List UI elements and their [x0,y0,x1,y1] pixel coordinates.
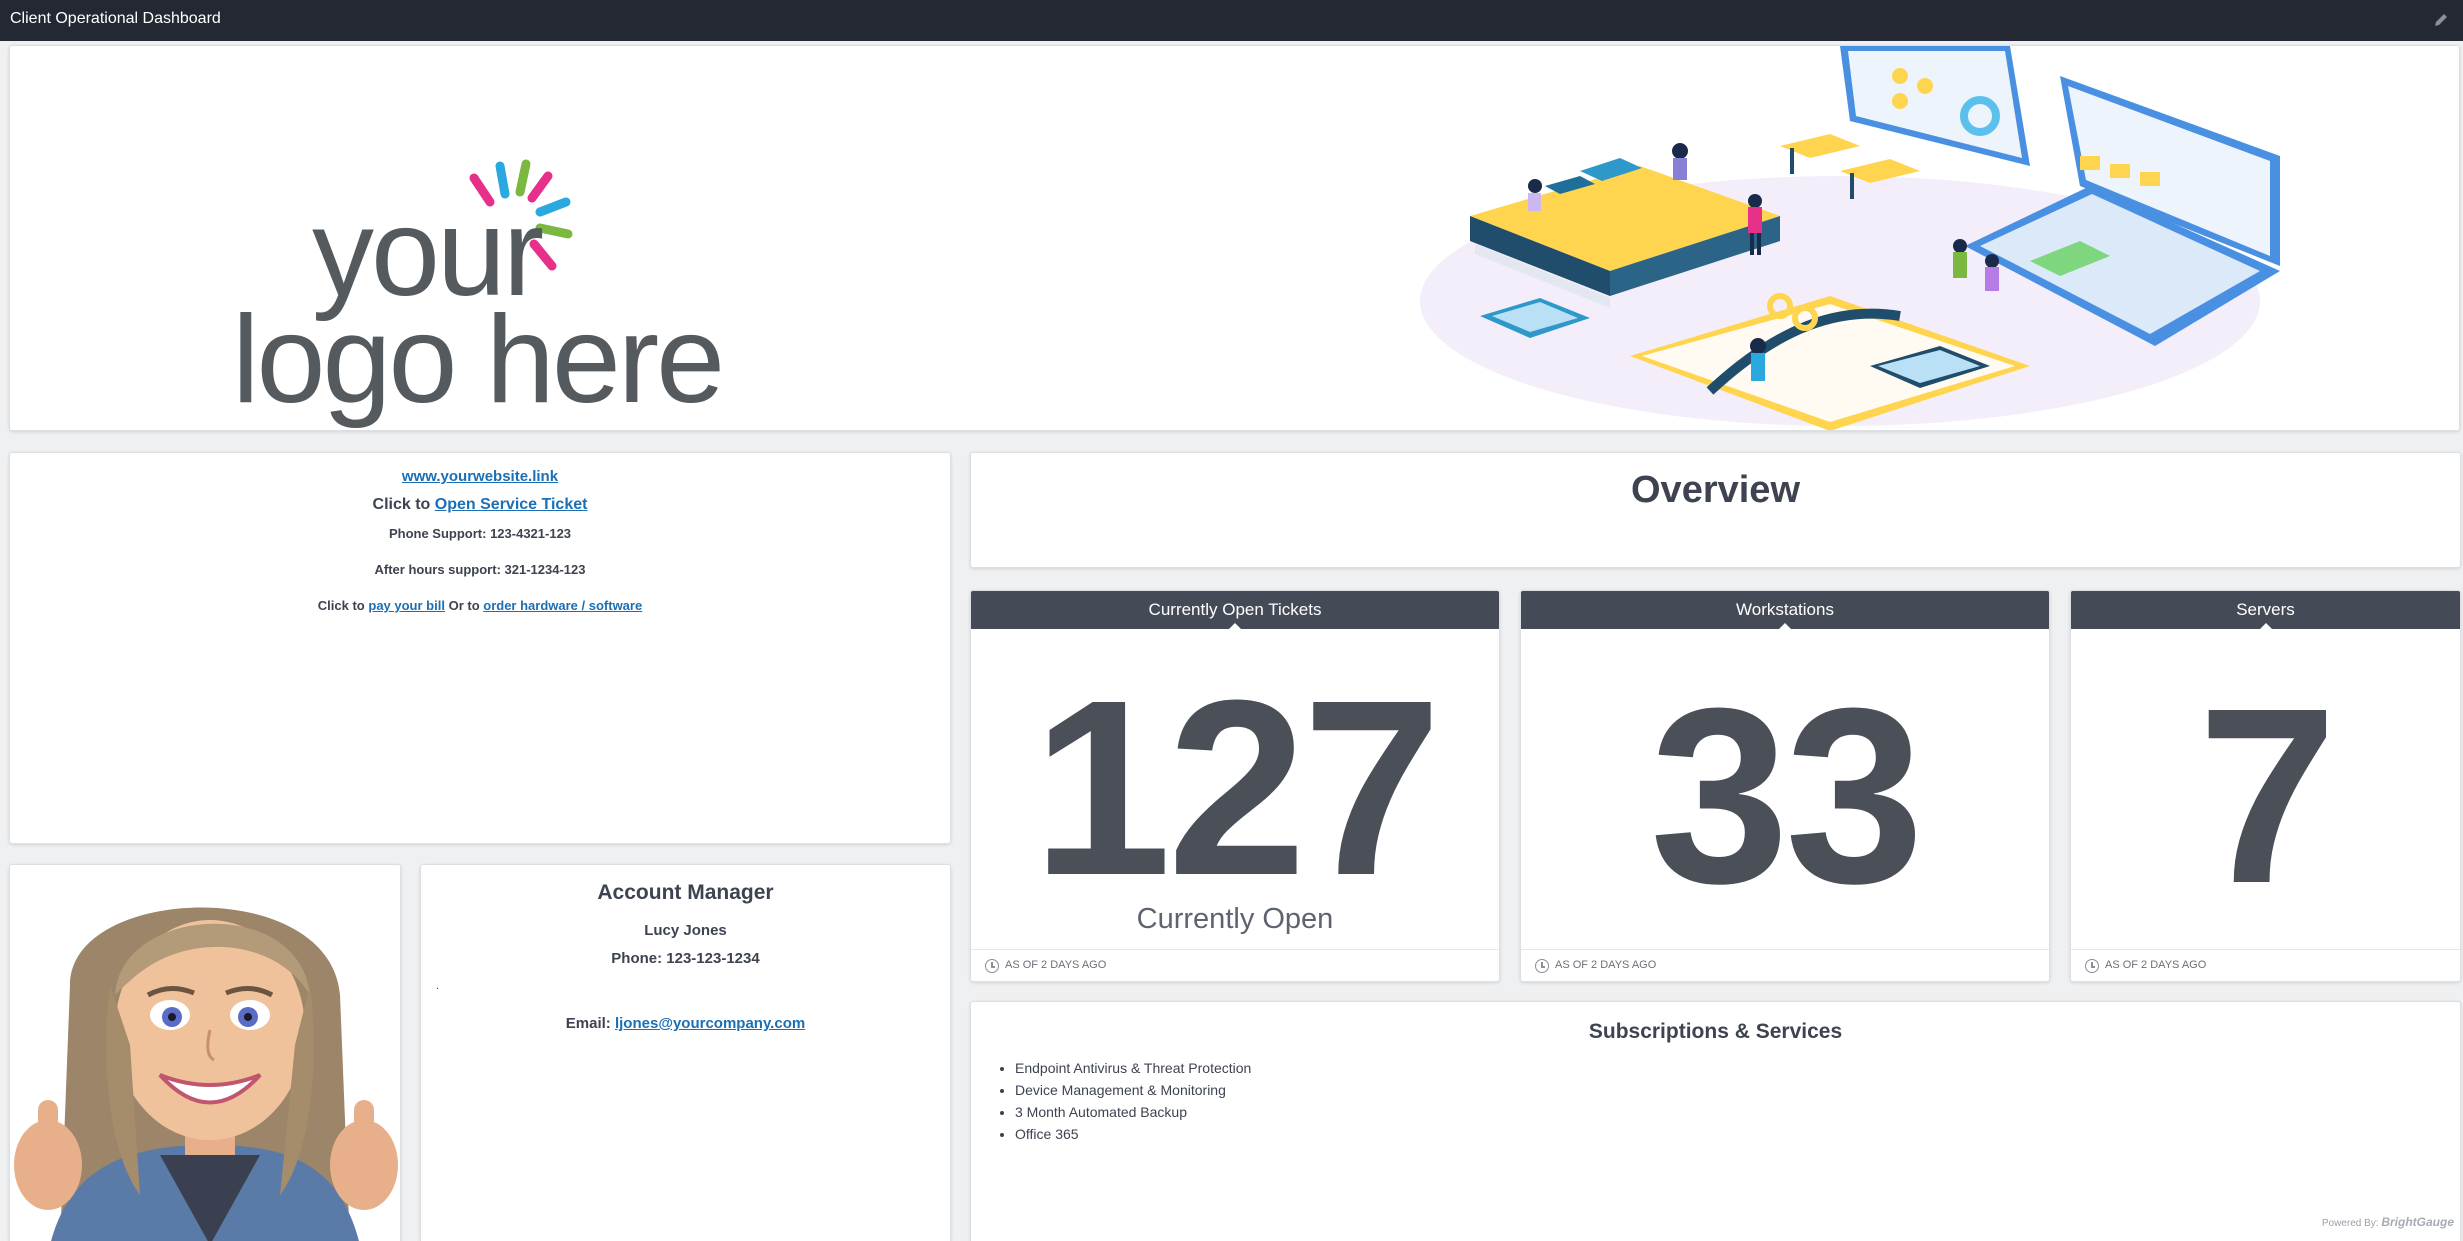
gauge-open-tickets[interactable]: Currently Open Tickets 127 Currently Ope… [970,590,1500,982]
list-item: Device Management & Monitoring [1015,1079,1251,1101]
stray-dot: . [436,980,440,992]
clock-icon [985,959,999,973]
gauge-title: Servers [2071,591,2460,630]
account-manager-phone: Phone: 123-123-1234 [611,950,760,967]
gauge-value: 127 [1032,648,1441,927]
powered-by[interactable]: Powered By: BrightGauge [2322,1215,2454,1229]
email-link[interactable]: ljones@yourcompany.com [615,1015,805,1032]
account-manager-heading: Account Manager [597,881,774,904]
account-manager-name: Lucy Jones [644,922,727,939]
dashboard-title: Client Operational Dashboard [10,10,221,27]
subscriptions-card: Subscriptions & Services Endpoint Antivi… [970,1001,2461,1241]
subscriptions-list: Endpoint Antivirus & Threat Protection D… [1015,1057,1251,1145]
open-service-ticket-link[interactable]: Open Service Ticket [435,496,588,513]
gauge-title: Currently Open Tickets [971,591,1499,630]
gauge-value: 33 [1649,656,1924,935]
gauge-timestamp: AS OF 2 DAYS AGO [1555,959,1657,971]
gauge-footer: AS OF 2 DAYS AGO [1521,949,2049,981]
gauge-footer: AS OF 2 DAYS AGO [2071,949,2460,981]
email-label: Email: [565,1015,611,1032]
brightgauge-logo: BrightGauge [2381,1215,2454,1229]
gauge-title: Workstations [1521,591,2049,630]
clock-icon [2085,959,2099,973]
powered-by-label: Powered By: [2321,1218,2379,1229]
list-item: 3 Month Automated Backup [1015,1101,1251,1123]
clock-icon [1535,959,1549,973]
phone-support-text: Phone Support: 123-4321-123 [388,526,572,541]
click-to-label: Click to [372,496,431,513]
account-manager-avatar [9,864,401,1241]
list-item: Endpoint Antivirus & Threat Protection [1015,1057,1251,1079]
overview-card: Overview [970,452,2461,568]
gauge-timestamp: AS OF 2 DAYS AGO [1005,959,1107,971]
pay-bill-link[interactable]: pay your bill [368,598,445,613]
support-links-card: www.yourwebsite.link Click to Open Servi… [9,452,951,844]
gauge-footer: AS OF 2 DAYS AGO [971,949,1499,981]
or-to-label: Or to [448,598,480,613]
overview-title: Overview [1631,469,1800,511]
order-hardware-link[interactable]: order hardware / software [483,598,642,613]
banner-card: your logo here [9,45,2460,431]
gauge-value: 7 [2197,656,2337,935]
list-item: Office 365 [1015,1123,1251,1145]
subscriptions-title: Subscriptions & Services [1588,1020,1843,1043]
gauge-servers[interactable]: Servers 7 AS OF 2 DAYS AGO [2070,590,2461,982]
gauge-timestamp: AS OF 2 DAYS AGO [2105,959,2207,971]
gauge-workstations[interactable]: Workstations 33 AS OF 2 DAYS AGO [1520,590,2050,982]
avatar-image [14,907,398,1241]
click-to-label-2: Click to [317,598,365,613]
office-illustration [1420,46,2280,430]
top-bar: Client Operational Dashboard [0,0,2463,41]
after-hours-text: After hours support: 321-1234-123 [374,562,586,577]
website-link[interactable]: www.yourwebsite.link [402,468,558,485]
account-manager-card: Account Manager Lucy Jones Phone: 123-12… [420,864,951,1241]
logo-text-line2: logo here [232,291,725,429]
pencil-icon[interactable] [2431,10,2451,30]
gauge-subtitle: Currently Open [1136,903,1334,935]
